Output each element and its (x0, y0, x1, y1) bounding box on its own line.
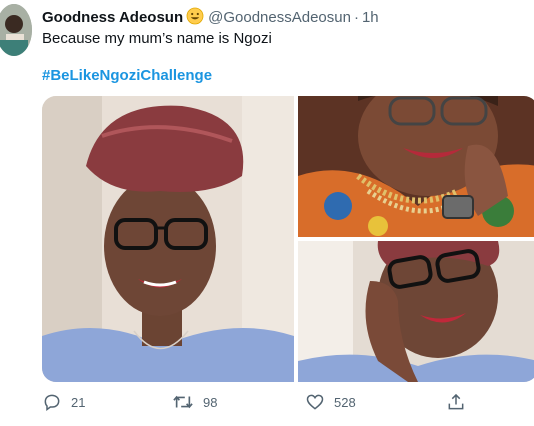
retweet-icon (172, 392, 194, 412)
tweet-text: Because my mum’s name is Ngozi (42, 30, 272, 47)
photo-selfie-hand-on-cheek[interactable] (298, 241, 534, 382)
tweet-timestamp[interactable]: 1h (362, 9, 379, 26)
author-handle[interactable]: @GoodnessAdeosun (208, 9, 351, 26)
avatar[interactable] (0, 4, 32, 56)
author-name[interactable]: Goodness Adeosun (42, 9, 183, 26)
like-button[interactable]: 528 (305, 392, 356, 412)
tweet-header: Goodness Adeosun @GoodnessAdeosun · 1h (42, 7, 379, 31)
reply-count: 21 (71, 394, 86, 410)
separator-dot: · (353, 9, 359, 26)
retweet-count: 98 (203, 394, 218, 410)
reply-button[interactable]: 21 (42, 392, 85, 412)
retweet-button[interactable]: 98 (172, 392, 217, 412)
media-grid (42, 96, 534, 382)
tweet: Goodness Adeosun @GoodnessAdeosun · 1h Beca… (0, 0, 534, 426)
photo-woman-smiling-beads[interactable] (298, 96, 534, 237)
share-button[interactable] (446, 392, 466, 412)
hashtag-link[interactable]: #BeLikeNgoziChallenge (42, 66, 212, 86)
heart-icon (305, 392, 325, 412)
smiling-face-emoji-icon (186, 7, 204, 31)
tweet-actions: 21 98 528 (0, 392, 534, 414)
share-icon (446, 392, 466, 412)
photo-selfie-head-wrap[interactable] (42, 96, 294, 382)
like-count: 528 (334, 394, 356, 410)
reply-icon (42, 392, 62, 412)
